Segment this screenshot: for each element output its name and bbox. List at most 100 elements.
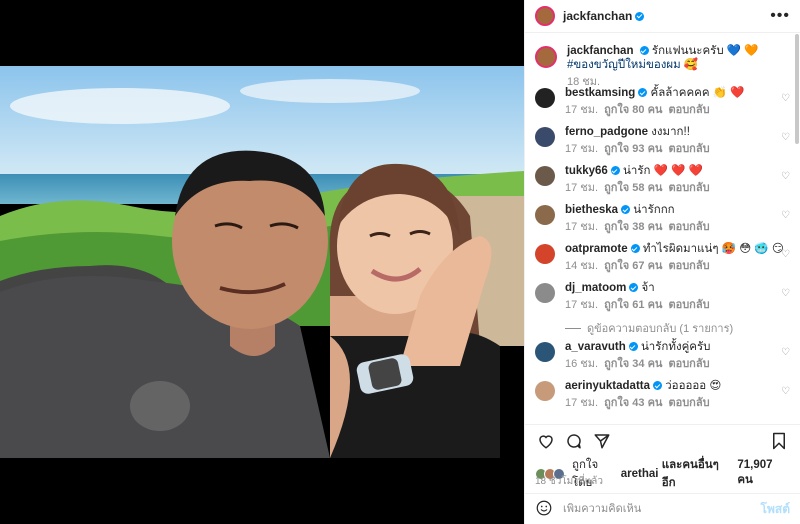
verified-icon xyxy=(639,46,649,56)
reply-button[interactable]: ตอบกลับ xyxy=(668,143,709,155)
comment-meta: 17 ชม. ถูกใจ 58 คน ตอบกลับ xyxy=(565,181,790,195)
comment-likes[interactable]: ถูกใจ 38 คน xyxy=(604,221,662,233)
scrollbar-thumb[interactable] xyxy=(795,34,799,144)
comment-username[interactable]: ferno_padgone xyxy=(565,126,648,138)
comments-scrollbar[interactable] xyxy=(794,34,800,424)
comment-text: ว่อออออ 😍 xyxy=(665,380,722,392)
photo-illustration xyxy=(0,66,524,458)
comment-input[interactable] xyxy=(563,503,761,515)
commenter-avatar[interactable] xyxy=(535,283,555,303)
post-sidebar: jackfanchan ••• jackfanchan รักแฟนนะครับ… xyxy=(524,0,800,524)
caption-username[interactable]: jackfanchan xyxy=(567,45,633,57)
verified-icon xyxy=(638,88,648,98)
comment-likes[interactable]: ถูกใจ 58 คน xyxy=(604,182,662,194)
commenter-avatar[interactable] xyxy=(535,205,555,225)
comment-username[interactable]: dj_matoom xyxy=(565,282,626,294)
comment-time: 17 ชม. xyxy=(565,221,599,233)
post-media xyxy=(0,0,524,524)
comment-time: 16 ชม. xyxy=(565,358,599,370)
liked-by-user[interactable]: arethai xyxy=(621,468,659,480)
reply-button[interactable]: ตอบกลับ xyxy=(668,182,709,194)
caption-hashtag[interactable]: #ของขวัญปีใหม่ของผม 🥰 xyxy=(567,59,698,71)
commenter-avatar[interactable] xyxy=(535,381,555,401)
verified-icon xyxy=(610,166,620,176)
comment-meta: 17 ชม. ถูกใจ 61 คน ตอบกลับ xyxy=(565,298,790,312)
share-icon[interactable] xyxy=(591,430,613,452)
comment-body: bietheska น่ารักกก 17 ชม. ถูกใจ 38 คน ตอบกล… xyxy=(565,203,790,234)
liked-by-middle[interactable]: และคนอื่นๆ อีก xyxy=(662,456,734,492)
comment-text: คั้ลล้าคคคค 👏 ❤️ xyxy=(650,87,745,99)
comment-likes[interactable]: ถูกใจ 80 คน xyxy=(604,104,662,116)
comment-username[interactable]: a_varavuth xyxy=(565,341,626,353)
reply-button[interactable]: ตอบกลับ xyxy=(668,358,709,370)
comment-time: 17 ชม. xyxy=(565,143,599,155)
comment-time: 17 ชม. xyxy=(565,397,599,409)
commenter-avatar[interactable] xyxy=(535,166,555,186)
reply-button[interactable]: ตอบกลับ xyxy=(668,221,709,233)
comment-body: dj_matoom จ้า 17 ชม. ถูกใจ 61 คน ตอบกลับ xyxy=(565,281,790,312)
commenter-avatar[interactable] xyxy=(535,88,555,108)
comment-username[interactable]: oatpramote xyxy=(565,243,628,255)
comment-meta: 17 ชม. ถูกใจ 43 คน ตอบกลับ xyxy=(565,396,790,410)
verified-icon xyxy=(653,381,663,391)
comment-like-heart-icon[interactable]: ♡ xyxy=(781,249,790,260)
comment-username[interactable]: aerinyuktadatta xyxy=(565,380,650,392)
comment-username[interactable]: bestkamsing xyxy=(565,87,635,99)
comment-text: น่ารัก ❤️ ❤️ ❤️ xyxy=(623,165,704,177)
verified-icon xyxy=(630,244,640,254)
author-avatar[interactable] xyxy=(535,6,555,26)
comment-meta: 14 ชม. ถูกใจ 67 คน ตอบกลับ xyxy=(565,259,790,273)
view-replies-label: ดูข้อความตอบกลับ (1 รายการ) xyxy=(587,323,734,335)
like-count[interactable]: 71,907 คน xyxy=(737,459,790,489)
author-username[interactable]: jackfanchan xyxy=(563,9,632,23)
caption-body: jackfanchan รักแฟนนะครับ 💙 🧡 #ของขวัญปีใ… xyxy=(567,44,790,88)
comment-username[interactable]: bietheska xyxy=(565,204,618,216)
comment-item: bietheska น่ารักกก 17 ชม. ถูกใจ 38 คน ตอบกล… xyxy=(525,203,800,242)
post-photo[interactable] xyxy=(0,66,524,458)
comment-body: tukky66 น่ารัก ❤️ ❤️ ❤️ 17 ชม. ถูกใจ 58 คน… xyxy=(565,164,790,195)
caption-text-line1: รักแฟนนะครับ 💙 🧡 xyxy=(651,45,759,57)
add-comment-bar: โพสต์ xyxy=(525,493,800,524)
comment-body: aerinyuktadatta ว่อออออ 😍 17 ชม. ถูกใจ 43 … xyxy=(565,379,790,410)
comment-like-heart-icon[interactable]: ♡ xyxy=(781,347,790,358)
emoji-icon[interactable] xyxy=(535,499,553,520)
post-timestamp[interactable]: 18 ชั่วโมงที่แล้ว xyxy=(535,474,603,489)
comment-likes[interactable]: ถูกใจ 34 คน xyxy=(604,358,662,370)
comment-item: dj_matoom จ้า 17 ชม. ถูกใจ 61 คน ตอบกลับ ♡ xyxy=(525,281,800,320)
commenter-avatar[interactable] xyxy=(535,127,555,147)
comment-body: ferno_padgone งงมาก!! 17 ชม. ถูกใจ 93 คน ตอ… xyxy=(565,125,790,156)
reply-button[interactable]: ตอบกลับ xyxy=(668,397,709,409)
comment-time: 17 ชม. xyxy=(565,182,599,194)
comment-time: 17 ชม. xyxy=(565,104,599,116)
reply-button[interactable]: ตอบกลับ xyxy=(668,260,709,272)
commenter-avatar[interactable] xyxy=(535,342,555,362)
comment-username[interactable]: tukky66 xyxy=(565,165,608,177)
comment-icon[interactable] xyxy=(563,430,585,452)
comment-text: น่ารักกก xyxy=(633,204,675,216)
comment-like-heart-icon[interactable]: ♡ xyxy=(781,386,790,397)
reply-button[interactable]: ตอบกลับ xyxy=(668,299,709,311)
bookmark-icon[interactable] xyxy=(768,430,790,452)
post-comment-button[interactable]: โพสต์ xyxy=(761,500,790,519)
more-options-icon[interactable]: ••• xyxy=(770,7,790,25)
comment-meta: 17 ชม. ถูกใจ 38 คน ตอบกลับ xyxy=(565,220,790,234)
comment-body: a_varavuth น่ารักทั้งคู่ครับ 16 ชม. ถูกใจ … xyxy=(565,340,790,371)
comment-likes[interactable]: ถูกใจ 43 คน xyxy=(604,397,662,409)
verified-icon xyxy=(629,283,639,293)
comment-like-heart-icon[interactable]: ♡ xyxy=(781,93,790,104)
comment-likes[interactable]: ถูกใจ 61 คน xyxy=(604,299,662,311)
comment-item: oatpramote ทำไรผิดมาแน่ๆ 🥵 😳 🥶 😏 14 ชม. ถู… xyxy=(525,242,800,281)
comment-like-heart-icon[interactable]: ♡ xyxy=(781,288,790,299)
reply-button[interactable]: ตอบกลับ xyxy=(668,104,709,116)
commenter-avatar[interactable] xyxy=(535,244,555,264)
like-heart-icon[interactable] xyxy=(535,430,557,452)
comment-like-heart-icon[interactable]: ♡ xyxy=(781,132,790,143)
verified-icon xyxy=(628,342,638,352)
caption-avatar[interactable] xyxy=(535,46,557,68)
comment-likes[interactable]: ถูกใจ 93 คน xyxy=(604,143,662,155)
comment-like-heart-icon[interactable]: ♡ xyxy=(781,210,790,221)
comment-likes[interactable]: ถูกใจ 67 คน xyxy=(604,260,662,272)
comment-text: ทำไรผิดมาแน่ๆ 🥵 😳 🥶 😏 xyxy=(642,243,784,255)
comment-like-heart-icon[interactable]: ♡ xyxy=(781,171,790,182)
post-header: jackfanchan ••• xyxy=(525,0,800,33)
